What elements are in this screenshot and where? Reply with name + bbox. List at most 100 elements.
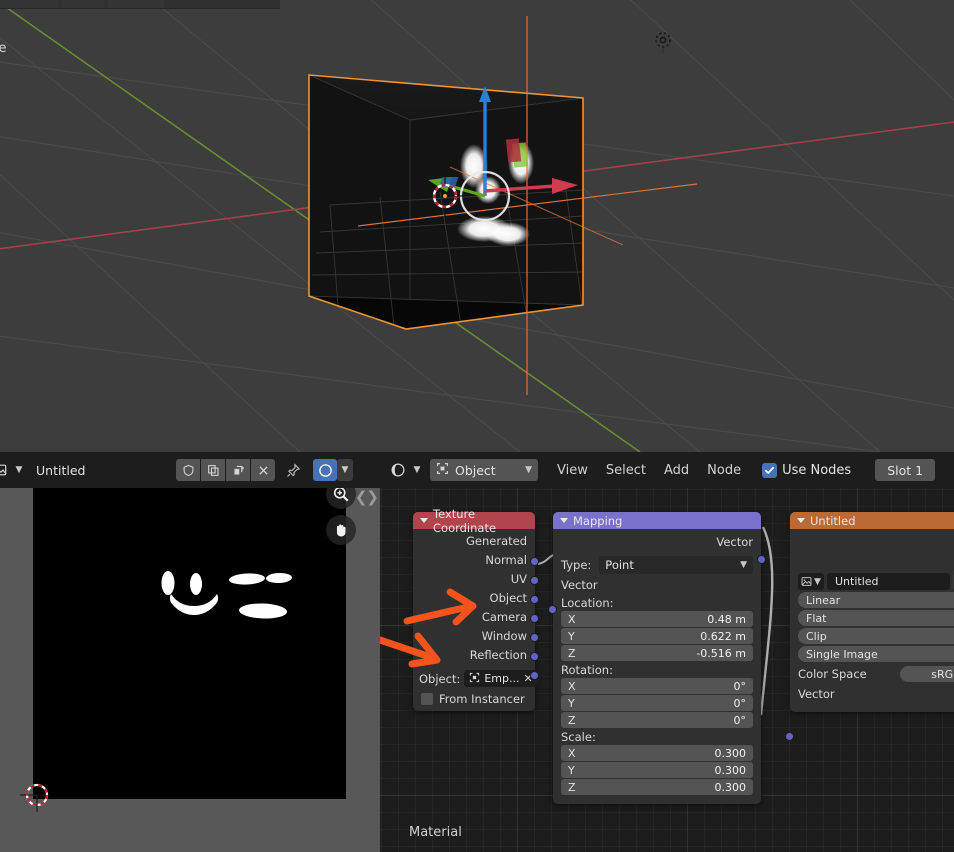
menu-view[interactable]: View	[548, 459, 597, 481]
chevron-left-icon[interactable]: ❮	[355, 488, 368, 506]
node-mapping[interactable]: Mapping Vector Type: Point ▼ Vector Loca…	[548, 512, 766, 804]
triangle-down-icon[interactable]	[797, 518, 805, 523]
socket-window[interactable]	[530, 652, 539, 661]
mapping-rotation-z[interactable]: Z 0°	[561, 712, 753, 728]
object-selector-field[interactable]: Emp... ✕	[464, 670, 538, 687]
image-editor-icon[interactable]	[0, 459, 12, 481]
shield-icon[interactable]	[176, 459, 200, 481]
image-datablock-icon[interactable]: ▼	[798, 573, 824, 590]
shader-type-chevron-down-icon[interactable]: ▼	[525, 465, 532, 475]
menu-node[interactable]: Node	[698, 459, 750, 481]
socket-row-uv[interactable]: UV	[413, 570, 539, 604]
display-mode-chevron-down-icon[interactable]: ▼	[337, 459, 353, 481]
image-texture-name-field[interactable]: Untitled	[827, 573, 950, 590]
image-display-mode-group[interactable]: ▼	[313, 459, 353, 481]
node-image-texture[interactable]: Untitled ▼ Untitled Linear Flat Clip Sin…	[785, 512, 954, 741]
mapping-scale-y[interactable]: Y 0.300	[561, 762, 753, 778]
image-editor-float-buttons[interactable]	[326, 488, 356, 551]
view-shading-icon[interactable]	[313, 459, 337, 481]
socket-mapping-vector-out[interactable]	[757, 555, 766, 564]
material-slot-button[interactable]: Slot 1	[875, 459, 936, 481]
triangle-down-icon[interactable]	[420, 518, 428, 523]
socket-reflection[interactable]	[530, 671, 539, 680]
extension-dropdown[interactable]: Clip	[798, 628, 954, 644]
mapping-scale-x[interactable]: X 0.300	[561, 745, 753, 761]
node-editor-type-selector[interactable]: ▼	[386, 459, 424, 481]
zoom-in-icon[interactable]	[326, 488, 356, 509]
socket-row-object[interactable]: Object	[413, 589, 539, 623]
node-editor-header[interactable]: ▼ Object ▼ View Select Add Node Use Node…	[380, 452, 954, 488]
mapping-location-x[interactable]: X 0.48 m	[561, 611, 753, 627]
object-selector-row[interactable]: Object: Emp... ✕	[413, 665, 538, 687]
mapping-location-label: Location:	[561, 596, 614, 610]
socket-camera[interactable]	[530, 633, 539, 642]
socket-uv[interactable]	[530, 595, 539, 604]
interpolation-dropdown[interactable]: Linear	[798, 592, 954, 608]
projection-dropdown[interactable]: Flat	[798, 610, 954, 626]
socket-row-normal[interactable]: Normal	[413, 551, 539, 585]
socket-image-vector-in[interactable]	[785, 732, 794, 741]
mapping-location-y[interactable]: Y 0.622 m	[561, 628, 753, 644]
mapping-type-chevron-down-icon[interactable]: ▼	[740, 560, 747, 570]
node-texture-coordinate[interactable]: Texture Coordinate Generated Normal UV O…	[413, 507, 539, 711]
image-editor[interactable]: ▼ Untitled ▼ ❮❯	[0, 452, 380, 852]
mapping-output-vector-row[interactable]: Vector	[561, 533, 766, 564]
shader-editor-icon[interactable]	[386, 459, 410, 481]
use-nodes-label: Use Nodes	[782, 462, 852, 478]
duplicate-icon[interactable]	[226, 459, 250, 481]
mapping-input-vector-row[interactable]: Vector	[548, 576, 753, 614]
unlink-x-icon[interactable]	[251, 459, 275, 481]
mapping-rotation-x[interactable]: X 0°	[561, 678, 753, 694]
chevron-right-icon[interactable]: ❯	[366, 488, 379, 506]
source-dropdown[interactable]: Single Image	[798, 646, 954, 662]
mapping-type-row[interactable]: Type: Point ▼	[561, 556, 753, 574]
3d-viewport[interactable]: be	[0, 0, 954, 452]
mapping-rotation-y[interactable]: Y 0°	[561, 695, 753, 711]
use-nodes-checkbox[interactable]	[762, 462, 778, 478]
image-editor-header[interactable]: ▼ Untitled ▼	[0, 452, 380, 488]
image-editor-type-selector[interactable]: ▼	[0, 459, 26, 481]
socket-normal[interactable]	[530, 576, 539, 585]
object-empty-icon	[469, 672, 480, 686]
image-frame-arrows[interactable]: ❮❯	[355, 488, 379, 506]
mapping-node-header[interactable]: Mapping	[553, 512, 761, 529]
color-space-row[interactable]: Color Space sRGB	[798, 666, 954, 682]
socket-generated[interactable]	[530, 557, 539, 566]
texture-coordinate-node-header[interactable]: Texture Coordinate	[413, 507, 535, 535]
node-canvas[interactable]: Texture Coordinate Generated Normal UV O…	[380, 488, 954, 852]
socket-row-camera[interactable]: Camera	[413, 608, 539, 642]
pin-icon[interactable]	[281, 459, 305, 481]
from-instancer-label: From Instancer	[439, 692, 525, 706]
menu-select[interactable]: Select	[597, 459, 655, 481]
mapping-scale-z[interactable]: Z 0.300	[561, 779, 753, 795]
hand-icon[interactable]	[326, 515, 356, 545]
socket-row-generated[interactable]: Generated	[413, 532, 539, 566]
from-instancer-checkbox[interactable]	[421, 693, 433, 705]
color-space-label: Color Space	[798, 667, 867, 681]
use-nodes-toggle[interactable]: Use Nodes	[756, 462, 857, 478]
image-texture-node-header[interactable]: Untitled	[790, 512, 954, 529]
light-point-gizmo[interactable]	[651, 29, 675, 53]
editor-type-chevron-down-icon[interactable]: ▼	[410, 459, 424, 481]
shader-node-editor[interactable]: ▼ Object ▼ View Select Add Node Use Node…	[380, 452, 954, 852]
color-space-dropdown[interactable]: sRGB	[900, 666, 954, 682]
menu-add[interactable]: Add	[655, 459, 698, 481]
image-texture-vector-input-row[interactable]: Vector	[785, 685, 954, 741]
socket-label-uv: UV	[510, 572, 527, 586]
mapping-type-dropdown[interactable]: Point ▼	[599, 556, 753, 574]
socket-row-reflection[interactable]: Reflection	[413, 646, 539, 680]
socket-row-window[interactable]: Window	[413, 627, 539, 661]
socket-label-camera: Camera	[481, 610, 527, 624]
image-datablock-row[interactable]: ▼ Untitled	[798, 573, 954, 590]
image-datablock-actions[interactable]	[176, 459, 275, 481]
image-editor-canvas[interactable]: ❮❯	[0, 488, 380, 852]
image-name-field[interactable]: Untitled	[28, 459, 170, 481]
shader-type-dropdown[interactable]: Object ▼	[430, 459, 538, 481]
image-browse-chevron-down-icon[interactable]: ▼	[12, 459, 26, 481]
copy-icon[interactable]	[201, 459, 225, 481]
socket-object[interactable]	[530, 614, 539, 623]
mapping-location-z[interactable]: Z -0.516 m	[561, 645, 753, 661]
socket-mapping-vector-in[interactable]	[548, 605, 557, 614]
triangle-down-icon[interactable]	[560, 518, 568, 523]
from-instancer-row[interactable]: From Instancer	[413, 687, 535, 706]
